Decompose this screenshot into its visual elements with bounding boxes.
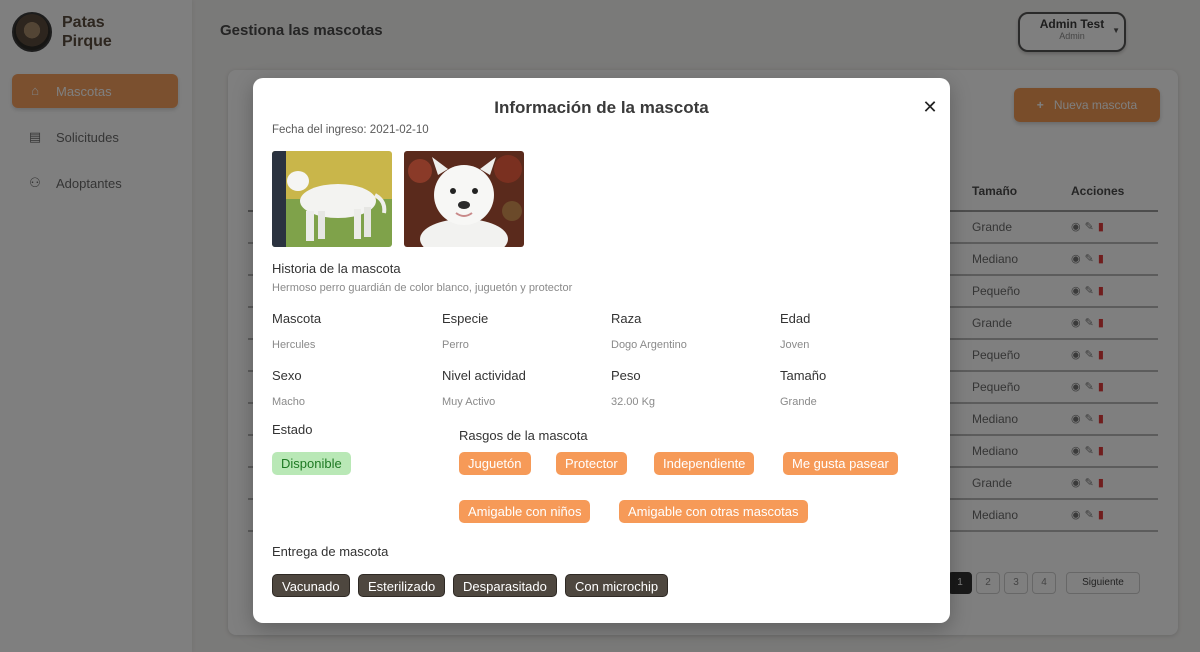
story-label: Historia de la mascota [272, 261, 401, 276]
field-value: Dogo Argentino [611, 339, 687, 351]
trait-tag: Protector [556, 452, 627, 475]
delivery-tag: Con microchip [565, 574, 669, 597]
field-value: 32.00 Kg [611, 396, 656, 408]
field-label: Edad [780, 311, 811, 326]
dog-portrait-photo[interactable] [404, 151, 524, 247]
delivery-tag: Esterilizado [358, 574, 446, 597]
field-label: Nivel actividad [442, 368, 526, 383]
delivery-label: Entrega de mascota [272, 544, 389, 559]
status-label: Estado [272, 422, 313, 437]
status-badge: Disponible [272, 452, 351, 475]
trait-tag: Me gusta pasear [783, 452, 898, 475]
trait-tag: Amigable con niños [459, 500, 591, 523]
field-label: Sexo [272, 368, 302, 383]
close-icon[interactable]: ✕ [921, 98, 939, 116]
field-label: Especie [442, 311, 489, 326]
trait-tag: Independiente [654, 452, 755, 475]
field-value: Muy Activo [442, 396, 496, 408]
modal-title: Información de la mascota [494, 98, 709, 117]
trait-tag: Juguetón [459, 452, 531, 475]
field-value: Joven [780, 339, 810, 351]
intake-date: Fecha del ingreso: 2021-02-10 [272, 124, 429, 136]
pet-info-modal: Información de la mascota ✕ Fecha del in… [253, 78, 950, 623]
field-label: Mascota [272, 311, 322, 326]
field-value: Macho [272, 396, 306, 408]
trait-tag: Amigable con otras mascotas [619, 500, 808, 523]
delivery-tag: Desparasitado [453, 574, 557, 597]
field-value: Hercules [272, 339, 316, 351]
traits-label: Rasgos de la mascota [459, 428, 588, 443]
dog-standing-photo[interactable] [272, 151, 392, 247]
story-value: Hermoso perro guardián de color blanco, … [272, 282, 573, 294]
delivery-tag: Vacunado [272, 574, 350, 597]
field-label: Peso [611, 368, 641, 383]
field-label: Raza [611, 311, 642, 326]
field-label: Tamaño [780, 368, 827, 383]
field-value: Grande [780, 396, 817, 408]
field-value: Perro [442, 339, 469, 351]
